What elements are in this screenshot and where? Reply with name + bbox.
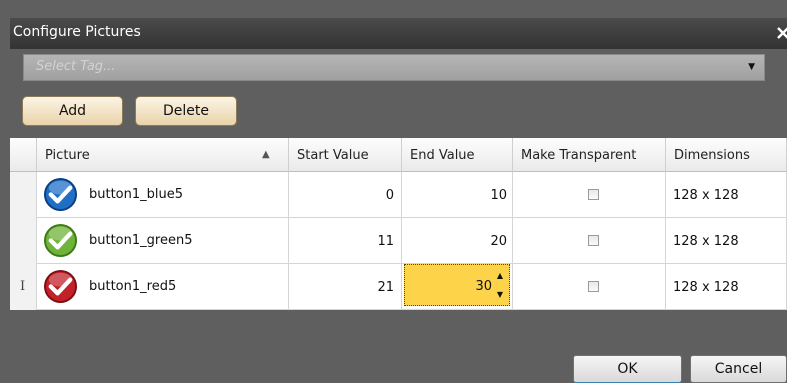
dimensions-cell: 128 x 128 xyxy=(666,218,787,264)
configure-pictures-dialog: Configure Pictures Select Tag... ▼ Add D… xyxy=(0,0,787,383)
picture-cell[interactable]: button1_blue5 xyxy=(37,172,289,218)
row-selector[interactable] xyxy=(10,218,37,264)
dimensions-cell: 128 x 128 xyxy=(666,172,787,218)
make-transparent-cell xyxy=(513,218,666,264)
make-transparent-cell xyxy=(513,172,666,218)
red-check-icon xyxy=(43,269,78,304)
select-tag-dropdown[interactable]: Select Tag... ▼ xyxy=(23,54,765,81)
make-transparent-checkbox[interactable] xyxy=(588,189,599,200)
start-value-cell[interactable]: 11 xyxy=(289,218,402,264)
blue-check-icon xyxy=(43,177,78,212)
title-bar: Configure Pictures xyxy=(10,18,787,49)
column-header-dimensions[interactable]: Dimensions xyxy=(666,138,787,172)
column-header-make-transparent[interactable]: Make Transparent xyxy=(513,138,666,172)
row-selector[interactable]: I xyxy=(10,264,37,310)
make-transparent-checkbox[interactable] xyxy=(588,281,599,292)
make-transparent-cell xyxy=(513,264,666,310)
sort-ascending-icon: ▲ xyxy=(262,149,270,160)
start-value-cell[interactable]: 0 xyxy=(289,172,402,218)
delete-button[interactable]: Delete xyxy=(135,96,237,126)
start-value-cell[interactable]: 21 xyxy=(289,264,402,310)
end-value-cell[interactable]: 10 xyxy=(402,172,513,218)
select-tag-placeholder: Select Tag... xyxy=(36,59,116,74)
text-cursor-icon: I xyxy=(20,279,26,294)
pictures-grid: Picture ▲ Start Value End Value Make Tra… xyxy=(10,138,787,310)
column-header-end-value[interactable]: End Value xyxy=(402,138,513,172)
picture-name: button1_blue5 xyxy=(89,187,184,202)
column-header-start-value[interactable]: Start Value xyxy=(289,138,402,172)
table-row[interactable]: button1_blue5 0 10 128 x 128 xyxy=(10,172,787,218)
end-value-editor-value: 30 xyxy=(475,279,492,294)
make-transparent-checkbox[interactable] xyxy=(588,235,599,246)
column-header-picture[interactable]: Picture ▲ xyxy=(37,138,289,172)
row-selector-header xyxy=(10,138,37,172)
picture-name: button1_green5 xyxy=(89,233,193,248)
add-button[interactable]: Add xyxy=(22,96,123,126)
end-value-cell[interactable]: 20 xyxy=(402,218,513,264)
cancel-button[interactable]: Cancel xyxy=(690,355,787,383)
row-selector[interactable] xyxy=(10,172,37,218)
dropdown-arrow-icon[interactable]: ▼ xyxy=(748,62,755,72)
dimensions-cell: 128 x 128 xyxy=(666,264,787,310)
table-row[interactable]: I button1_red5 21 128 x 128 xyxy=(10,264,787,310)
close-icon[interactable] xyxy=(776,25,787,39)
picture-cell[interactable]: button1_red5 xyxy=(37,264,289,310)
picture-name: button1_red5 xyxy=(89,279,177,294)
picture-cell[interactable]: button1_green5 xyxy=(37,218,289,264)
ok-button[interactable]: OK xyxy=(573,355,682,383)
green-check-icon xyxy=(43,223,78,258)
spin-up-icon[interactable]: ▲ xyxy=(497,271,503,280)
column-header-label: Picture xyxy=(45,148,90,163)
spin-down-icon[interactable]: ▼ xyxy=(497,290,503,299)
dialog-title: Configure Pictures xyxy=(13,24,141,40)
end-value-spinner-editor[interactable]: 30 ▲ ▼ xyxy=(404,264,510,306)
table-row[interactable]: button1_green5 11 20 128 x 128 xyxy=(10,218,787,264)
